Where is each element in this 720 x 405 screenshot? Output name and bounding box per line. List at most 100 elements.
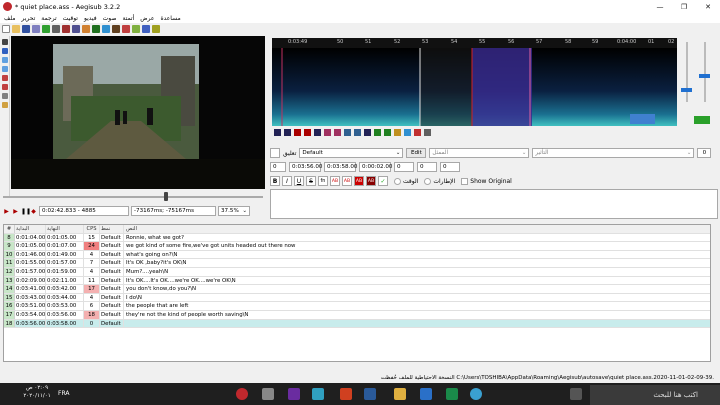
word-taskbar-icon[interactable] xyxy=(364,388,376,400)
show-original-checkbox[interactable] xyxy=(461,177,469,185)
shadow-color-button[interactable]: AB xyxy=(366,176,376,186)
table-row[interactable]: 9 0:01:05.00 0:01:07.00 24 Default we got kin… xyxy=(4,242,710,251)
table-row[interactable]: 8 0:01:04.00 0:01:05.00 15 Default Ronnie, wh… xyxy=(4,233,710,243)
jump-icon[interactable] xyxy=(52,25,60,33)
table-row[interactable]: 15 0:03:43.00 0:03:44.00 4 Default I do\N xyxy=(4,293,710,303)
subtitle-text-editor[interactable] xyxy=(270,189,718,219)
volume-slider-handle[interactable] xyxy=(699,74,710,78)
comment-checkbox[interactable] xyxy=(270,148,280,158)
attachments-icon[interactable] xyxy=(102,25,110,33)
play-last-icon[interactable] xyxy=(354,128,361,136)
new-file-icon[interactable] xyxy=(2,25,10,33)
italic-button[interactable]: I xyxy=(282,176,292,186)
taskbar-language[interactable]: FRA xyxy=(58,390,69,397)
task-view-icon[interactable] xyxy=(570,388,582,400)
translation-icon[interactable] xyxy=(112,25,120,33)
commit-icon[interactable] xyxy=(394,128,401,136)
styles-icon[interactable] xyxy=(92,25,100,33)
font-button[interactable]: fn xyxy=(318,176,328,186)
play-line-audio-icon[interactable] xyxy=(304,128,311,136)
autoscroll-icon[interactable]: ◆ xyxy=(30,208,37,215)
kanji-icon[interactable] xyxy=(142,25,150,33)
help-icon[interactable] xyxy=(2,102,8,108)
subtitle-grid[interactable]: # البداية النهاية CPS نمط النص 8 0:01:04.… xyxy=(3,224,711,362)
strikeout-button[interactable]: S xyxy=(306,176,316,186)
stop-icon[interactable] xyxy=(314,128,321,136)
volume-slider-track[interactable] xyxy=(704,42,706,102)
style-select[interactable]: Default ⌄ xyxy=(299,148,404,158)
close-button[interactable]: ✕ xyxy=(696,0,720,13)
play-to-end-icon[interactable] xyxy=(364,128,371,136)
taskbar-clock[interactable]: ٠٢:٠٩ ص ٢٠٢٠/١١/٠١ xyxy=(22,384,52,400)
explorer-taskbar-icon[interactable] xyxy=(394,388,406,400)
lead-out-icon[interactable] xyxy=(384,128,391,136)
karaoke-icon[interactable] xyxy=(424,128,431,136)
open-video-icon[interactable] xyxy=(42,25,50,33)
layer-spin-field[interactable]: 0 xyxy=(270,162,286,172)
margin-left-field[interactable]: 0 xyxy=(394,162,414,172)
play-before-icon[interactable] xyxy=(324,128,331,136)
fonts-icon[interactable] xyxy=(82,25,90,33)
edge-taskbar-icon[interactable] xyxy=(446,388,458,400)
underline-button[interactable]: U xyxy=(294,176,304,186)
menu-help[interactable]: مساعدة xyxy=(160,15,180,22)
time-radio[interactable] xyxy=(394,177,401,185)
play-first-icon[interactable] xyxy=(344,128,351,136)
end-time-field[interactable]: 0:03:58.00 xyxy=(324,162,357,172)
play-icon[interactable]: ▶ xyxy=(3,208,10,215)
zoom-select[interactable]: 37.5% ⌄ xyxy=(218,206,250,216)
table-row[interactable]: 11 0:01:55.00 0:01:57.00 7 Default It's OK ,b… xyxy=(4,259,710,268)
open-folder-icon[interactable] xyxy=(12,25,20,33)
play-line-icon[interactable]: ▶ xyxy=(12,208,19,215)
table-row[interactable]: 13 0:02:09.00 0:02:11.00 11 Default It's OK..… xyxy=(4,276,710,286)
margin-right-field[interactable]: 0 xyxy=(417,162,437,172)
drag-icon[interactable] xyxy=(2,48,8,54)
video-display[interactable] xyxy=(11,36,265,189)
table-row[interactable]: 10 0:01:46.00 0:01:49.00 4 Default what's goi… xyxy=(4,250,710,260)
zoom-slider-track[interactable] xyxy=(686,42,688,102)
zoom-icon[interactable] xyxy=(62,25,70,33)
table-row[interactable]: 18 0:03:56.00 0:03:58.00 0 Default xyxy=(4,319,710,329)
link-toggle[interactable] xyxy=(694,116,710,124)
bold-button[interactable]: B xyxy=(270,176,280,186)
video-seek-bar[interactable] xyxy=(0,191,268,203)
start-time-field[interactable]: 0:03:56.00 xyxy=(289,162,322,172)
table-row[interactable]: 17 0:03:54.00 0:03:56.00 18 Default they're n… xyxy=(4,310,710,320)
properties-icon[interactable] xyxy=(72,25,80,33)
pointer-icon[interactable] xyxy=(2,39,8,45)
photos-taskbar-icon[interactable] xyxy=(312,388,324,400)
menu-file[interactable]: ملف xyxy=(4,15,15,22)
options-icon[interactable] xyxy=(152,25,160,33)
play-selection-icon[interactable] xyxy=(294,128,301,136)
effect-field[interactable]: التأثير ⌄ xyxy=(532,148,695,158)
rotate-xy-icon[interactable] xyxy=(2,66,8,72)
maximize-button[interactable]: ❐ xyxy=(672,0,696,13)
layer-field[interactable]: 0 xyxy=(697,148,712,158)
prev-line-icon[interactable] xyxy=(274,128,281,136)
rotate-z-icon[interactable] xyxy=(2,57,8,63)
lead-in-icon[interactable] xyxy=(374,128,381,136)
pause-icon[interactable]: ❚❚ xyxy=(21,208,31,215)
primary-color-button[interactable]: AB xyxy=(330,176,340,186)
minimize-button[interactable]: — xyxy=(648,0,672,13)
menu-view[interactable]: عرض xyxy=(140,15,154,22)
duration-field[interactable]: 0:00:02.00 xyxy=(359,162,392,172)
scroll-icon[interactable] xyxy=(404,128,411,136)
menu-video[interactable]: فيديو xyxy=(84,15,97,22)
app-taskbar-icon[interactable] xyxy=(288,388,300,400)
outline-color-button[interactable]: AB xyxy=(354,176,364,186)
video-time-field[interactable]: 0:02:42.833 - 4885 xyxy=(39,206,129,216)
menu-audio[interactable]: صوت xyxy=(103,15,117,22)
clip-icon[interactable] xyxy=(2,84,8,90)
secondary-color-button[interactable]: AB xyxy=(342,176,352,186)
menu-edit[interactable]: تحرير xyxy=(21,15,35,22)
margin-vertical-field[interactable]: 0 xyxy=(440,162,460,172)
taskbar-search[interactable]: اكتب هنا للبحث xyxy=(590,385,720,405)
edit-style-button[interactable]: Edit xyxy=(406,148,427,158)
resample-icon[interactable] xyxy=(122,25,130,33)
mail-taskbar-icon[interactable] xyxy=(420,388,432,400)
audio-spectrum-display[interactable]: 0:03:49 50 51 52 53 54 55 56 57 58 59 0:… xyxy=(272,38,677,126)
browser-taskbar-icon[interactable] xyxy=(470,388,482,400)
menu-subtitle[interactable]: ترجمة xyxy=(41,15,56,22)
actor-field[interactable]: الممثل ⌄ xyxy=(429,148,530,158)
